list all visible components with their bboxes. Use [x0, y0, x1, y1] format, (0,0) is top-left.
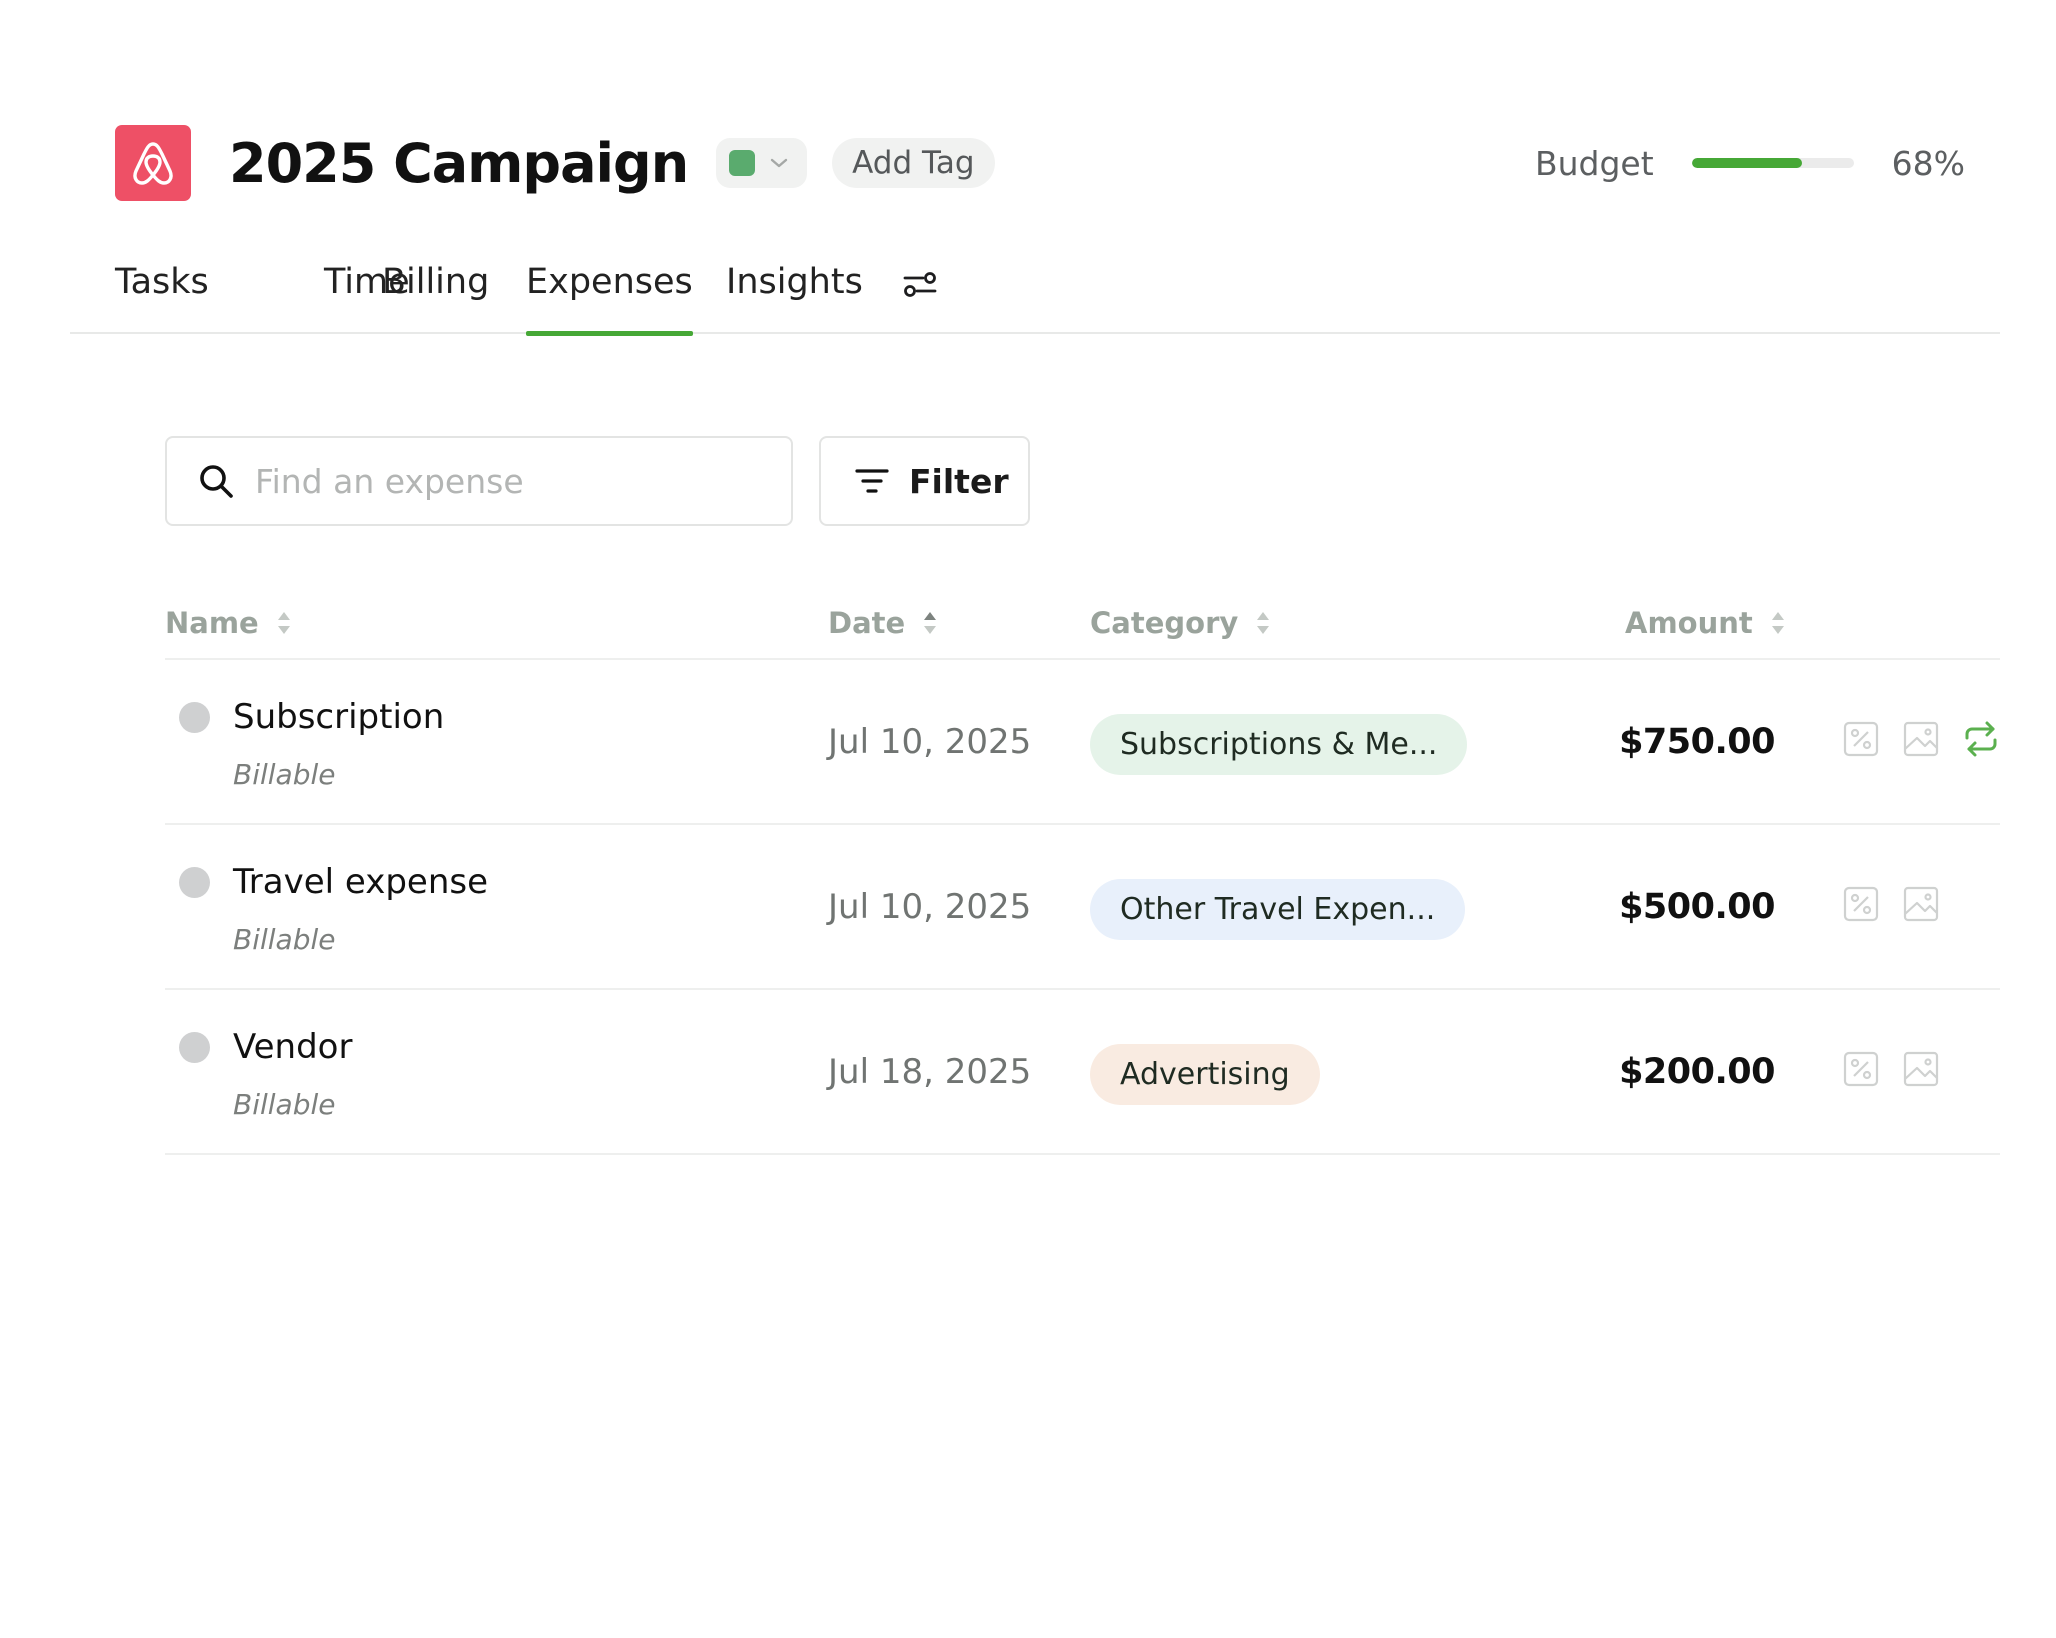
sort-icon	[277, 612, 290, 634]
filter-button[interactable]: Filter	[819, 436, 1030, 526]
column-header-date[interactable]: Date	[828, 606, 937, 640]
image-icon[interactable]	[1902, 1050, 1940, 1088]
percent-icon[interactable]	[1842, 720, 1880, 758]
category-badge: Advertising	[1090, 1044, 1320, 1105]
percent-icon[interactable]	[1842, 885, 1880, 923]
project-color-select[interactable]	[716, 138, 808, 188]
tab-billing[interactable]: Billing	[382, 262, 489, 334]
search-icon	[200, 465, 233, 498]
table-row[interactable]: Subscription Billable Jul 10, 2025 Subsc…	[165, 660, 2000, 825]
table-row[interactable]: Travel expense Billable Jul 10, 2025 Oth…	[165, 825, 2000, 990]
column-header-label: Amount	[1625, 606, 1753, 640]
search-input[interactable]	[255, 461, 775, 501]
percent-icon[interactable]	[1842, 1050, 1880, 1088]
sort-icon	[924, 612, 937, 634]
chevron-down-icon	[770, 158, 788, 168]
status-dot[interactable]	[179, 867, 210, 898]
expense-amount: $750.00	[1619, 722, 1775, 762]
tab-insights[interactable]: Insights	[726, 262, 863, 334]
expense-amount: $200.00	[1619, 1052, 1775, 1092]
add-tag-button[interactable]: Add Tag	[832, 138, 995, 188]
expense-date: Jul 10, 2025	[828, 887, 1032, 927]
status-dot[interactable]	[179, 702, 210, 733]
expense-name: Subscription	[233, 697, 445, 737]
image-icon[interactable]	[1902, 885, 1940, 923]
category-badge: Subscriptions & Me...	[1090, 714, 1468, 775]
expense-name: Travel expense	[233, 862, 488, 902]
tab-expenses[interactable]: Expenses	[526, 262, 693, 336]
repeat-icon[interactable]	[1962, 720, 2000, 758]
expense-date: Jul 10, 2025	[828, 722, 1032, 762]
column-header-label: Date	[828, 606, 906, 640]
filter-icon	[855, 469, 889, 493]
table-header: Name Date Category Amount	[165, 590, 2000, 660]
column-header-label: Category	[1090, 606, 1239, 640]
sort-icon	[1771, 612, 1784, 634]
budget-progress-fill	[1691, 158, 1802, 168]
budget-label: Budget	[1534, 143, 1654, 183]
budget-progress-bar	[1691, 158, 1854, 168]
expenses-table: Name Date Category Amount Subscription B…	[165, 590, 2000, 1155]
expense-name: Vendor	[233, 1027, 353, 1067]
filter-label: Filter	[909, 461, 1009, 501]
tab-tasks[interactable]: Tasks	[115, 262, 209, 334]
airbnb-logo-icon	[115, 125, 191, 201]
sort-icon	[1257, 612, 1270, 634]
expense-billable: Billable	[233, 758, 336, 791]
column-header-label: Name	[165, 606, 259, 640]
sliders-icon[interactable]	[902, 266, 938, 302]
column-header-category[interactable]: Category	[1090, 606, 1270, 640]
budget-percent: 68%	[1891, 143, 1965, 183]
image-icon[interactable]	[1902, 720, 1940, 758]
expense-billable: Billable	[233, 1088, 336, 1121]
expense-date: Jul 18, 2025	[828, 1052, 1032, 1092]
color-swatch	[729, 150, 756, 176]
column-header-amount[interactable]: Amount	[1625, 606, 1785, 640]
expense-amount: $500.00	[1619, 887, 1775, 927]
table-row[interactable]: Vendor Billable Jul 18, 2025 Advertising…	[165, 990, 2000, 1155]
project-title: 2025 Campaign	[229, 131, 689, 195]
status-dot[interactable]	[179, 1032, 210, 1063]
project-header: 2025 Campaign Add Tag Budget 68%	[115, 124, 1965, 202]
category-badge: Other Travel Expen...	[1090, 879, 1466, 940]
column-header-name[interactable]: Name	[165, 606, 291, 640]
search-box	[165, 436, 793, 526]
budget-indicator: Budget 68%	[1535, 124, 1965, 202]
project-tabs: Tasks Time Billing Expenses Insights	[70, 252, 2000, 336]
expense-billable: Billable	[233, 923, 336, 956]
